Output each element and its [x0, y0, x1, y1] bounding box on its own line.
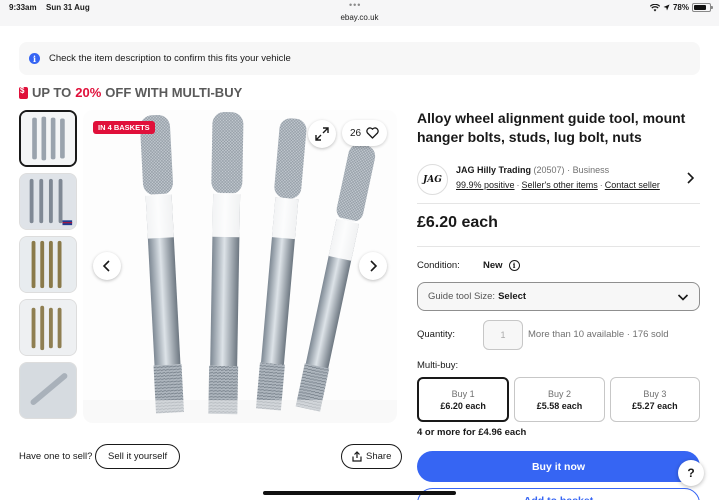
seller-card[interactable]: JAG JAG Hilly Trading (20507) · Business… — [417, 160, 700, 200]
chevron-right-icon — [370, 260, 378, 272]
quantity-label: Quantity: — [417, 329, 456, 340]
add-to-basket-button[interactable]: Add to basket — [417, 488, 700, 500]
item-price: £6.20 each — [417, 214, 498, 231]
sell-it-yourself-button[interactable]: Sell it yourself — [95, 444, 181, 469]
multibuy-option-buy-2[interactable]: Buy 2 £5.58 each — [514, 377, 605, 422]
multibuy-option-price: £5.27 each — [632, 400, 678, 411]
multibuy-option-buy-1[interactable]: Buy 1 £6.20 each — [417, 377, 510, 422]
listing-title: Alloy wheel alignment guide tool, mount … — [417, 110, 686, 145]
chevron-right-icon[interactable] — [686, 172, 694, 184]
quantity-input[interactable]: 1 — [483, 320, 523, 350]
expand-icon — [315, 127, 329, 141]
thumbnail-5[interactable] — [19, 362, 77, 419]
multibuy-promo: UP TO 20% OFF WITH MULTI-BUY — [19, 85, 242, 100]
thumbnail-2[interactable] — [19, 173, 77, 230]
multibuy-label: Multi-buy: — [417, 360, 459, 371]
main-product-image[interactable]: IN 4 BASKETS 26 — [83, 110, 397, 423]
seller-links: 99.9% positive · Seller's other items · Cont… — [456, 180, 660, 190]
other-items-link[interactable]: Seller's other items — [522, 180, 598, 190]
thumbnail-3[interactable] — [19, 236, 77, 293]
thumbnail-image — [20, 174, 76, 229]
status-date: Sun 31 Aug — [46, 3, 90, 12]
seller-logo: JAG — [417, 164, 448, 195]
fitment-info-banner: i Check the item description to confirm … — [19, 42, 700, 75]
price-tag-icon — [19, 86, 28, 99]
product-photo — [83, 110, 397, 423]
positive-feedback-link[interactable]: 99.9% positive — [456, 180, 515, 190]
seller-info: JAG Hilly Trading (20507) · Business — [456, 165, 609, 175]
contact-seller-link[interactable]: Contact seller — [605, 180, 660, 190]
watch-count: 26 — [349, 127, 362, 139]
divider — [417, 203, 700, 204]
multibuy-option-price: £5.58 each — [536, 400, 583, 411]
info-icon: i — [29, 53, 40, 64]
guide-tool-size-select[interactable]: Guide tool Size: Select — [417, 282, 700, 311]
condition-value-row: New i — [483, 260, 520, 271]
seller-type: · Business — [567, 165, 610, 175]
home-indicator[interactable] — [263, 491, 456, 495]
help-button[interactable]: ? — [678, 460, 704, 486]
watch-button[interactable]: 26 — [342, 120, 387, 146]
multibuy-more-text: 4 or more for £4.96 each — [417, 427, 527, 438]
thumbnail-image — [20, 363, 76, 418]
sell-share-row: Have one to sell? Sell it yourself Share — [19, 444, 403, 470]
multibuy-option-title: Buy 1 — [451, 388, 475, 399]
promo-highlight: 20% — [75, 85, 102, 100]
heart-icon — [366, 127, 379, 139]
chevron-down-icon — [677, 294, 689, 301]
multibuy-option-title: Buy 3 — [643, 388, 667, 399]
share-button[interactable]: Share — [341, 444, 403, 469]
location-icon — [663, 4, 670, 11]
thumbnail-4[interactable] — [19, 299, 77, 356]
chevron-left-icon — [102, 260, 110, 272]
condition-value: New — [483, 260, 503, 271]
seller-feedback-count: (20507) — [533, 165, 565, 175]
next-image-button[interactable] — [359, 252, 387, 280]
thumbnail-image — [20, 237, 76, 292]
select-label: Guide tool Size: — [428, 291, 496, 302]
thumbnail-1[interactable] — [19, 110, 77, 167]
banner-text: Check the item description to confirm th… — [49, 53, 291, 64]
battery-percent: 78% — [672, 3, 689, 12]
address-bar-url[interactable]: ebay.co.uk — [0, 13, 719, 22]
share-label: Share — [366, 451, 392, 462]
previous-image-button[interactable] — [93, 252, 121, 280]
seller-name: JAG Hilly Trading — [456, 165, 532, 175]
sell-question: Have one to sell? — [19, 451, 93, 462]
battery-icon — [692, 3, 713, 12]
thumbnail-strip — [19, 110, 79, 425]
condition-label: Condition: — [417, 260, 460, 271]
thumbnail-image — [20, 300, 76, 355]
baskets-badge: IN 4 BASKETS — [93, 121, 155, 134]
status-indicators: 78% — [649, 3, 713, 12]
quantity-availability: More than 10 available · 176 sold — [528, 329, 669, 340]
battery-level — [694, 5, 706, 10]
condition-info-icon[interactable]: i — [508, 260, 520, 271]
buy-it-now-button[interactable]: Buy it now — [417, 451, 700, 482]
wifi-icon — [649, 3, 660, 11]
select-value: Select — [498, 291, 527, 302]
expand-image-button[interactable] — [308, 120, 336, 148]
thumbnail-image — [21, 112, 75, 165]
multibuy-option-buy-3[interactable]: Buy 3 £5.27 each — [609, 377, 700, 422]
multibuy-option-title: Buy 2 — [547, 388, 571, 399]
promo-suffix: OFF WITH MULTI-BUY — [105, 85, 243, 100]
status-time: 9:33am — [9, 3, 37, 12]
status-bar: 9:33am Sun 31 Aug ••• ebay.co.uk 78% — [0, 0, 719, 26]
tab-menu-dots-icon[interactable]: ••• — [349, 0, 361, 10]
multibuy-options: Buy 1 £6.20 each Buy 2 £5.58 each Buy 3 … — [417, 377, 700, 422]
share-icon — [352, 451, 362, 462]
divider — [417, 246, 700, 247]
promo-prefix: UP TO — [32, 85, 72, 100]
multibuy-option-price: £6.20 each — [440, 400, 486, 411]
